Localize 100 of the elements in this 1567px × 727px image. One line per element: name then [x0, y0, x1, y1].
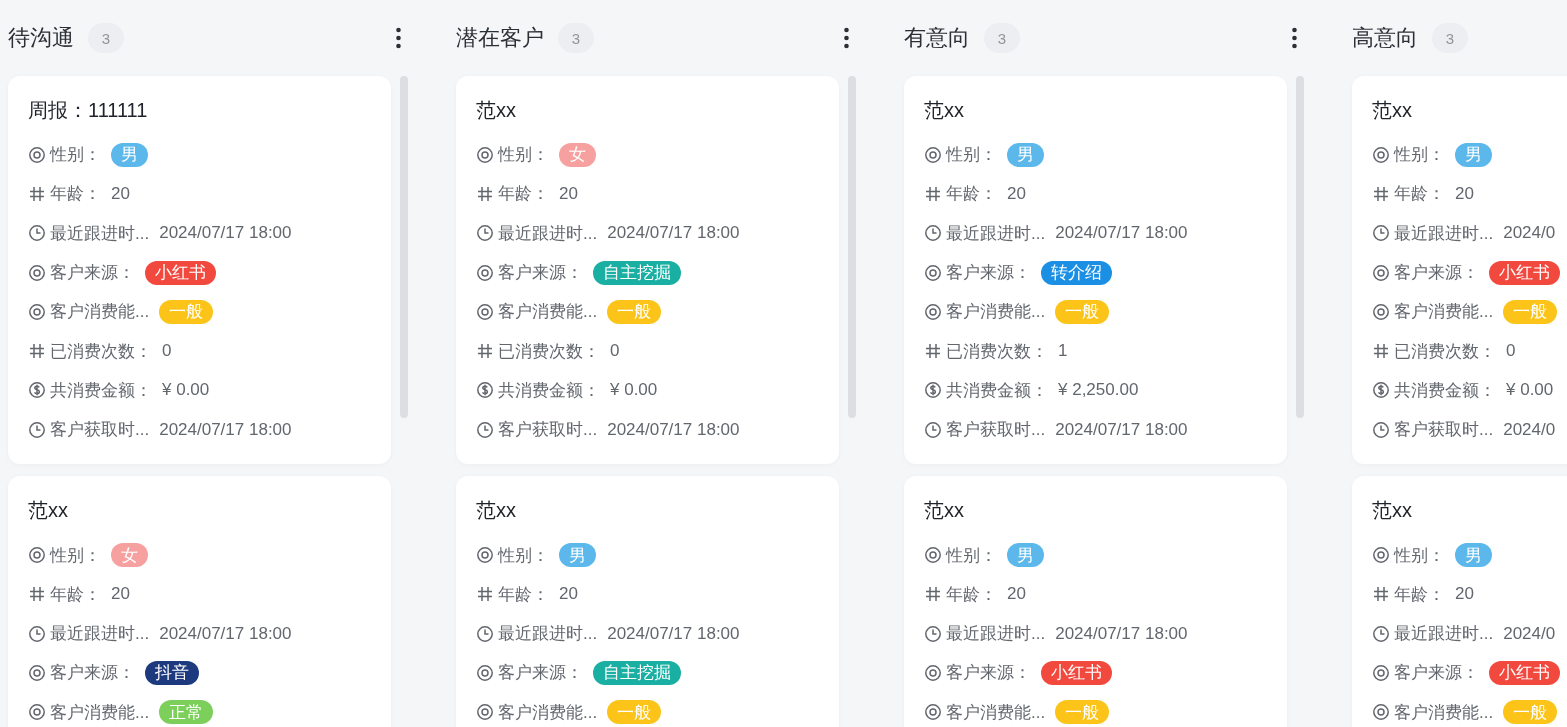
- field-tag: 一般: [1503, 299, 1558, 324]
- field-value: 0: [610, 341, 620, 362]
- field-label: 最近跟进时...: [498, 222, 598, 245]
- field-value: 20: [1007, 183, 1026, 204]
- field-label: 客户来源：: [50, 262, 135, 285]
- field-tag: 男: [1455, 543, 1492, 567]
- more-menu-button[interactable]: [843, 26, 849, 50]
- field-label: 最近跟进时...: [50, 623, 150, 646]
- hash-icon: [28, 184, 46, 203]
- field-label: 年龄：: [498, 183, 549, 206]
- field-value: 2024/07/17 18:00: [1055, 223, 1188, 244]
- target-icon: [476, 703, 494, 722]
- field-label: 客户来源：: [1394, 262, 1479, 285]
- field-label: 性别：: [498, 144, 549, 167]
- customer-card[interactable]: 范xx 性别： 男 年龄： 20 最近跟进时... 2024/07/17 18:00 客户来源： 转介绍 客户消费能... 一般 已消费次数： 1 共消费金额： ¥ 2,250.00 客户获取时... 2024/07/17 18:00: [904, 76, 1287, 465]
- more-menu-button[interactable]: [395, 26, 401, 50]
- field-tag: 小红书: [1489, 660, 1560, 685]
- field-label: 年龄：: [946, 583, 997, 606]
- field-value: 20: [1455, 584, 1474, 605]
- field-label: 性别：: [946, 144, 997, 167]
- count-badge: 3: [984, 23, 1020, 53]
- clock-icon: [1372, 420, 1390, 439]
- clock-icon: [28, 420, 46, 439]
- target-icon: [476, 263, 494, 282]
- clock-icon: [476, 420, 494, 439]
- field-tag: 转介绍: [1041, 260, 1112, 285]
- target-icon: [924, 145, 942, 164]
- field-tag: 女: [111, 543, 148, 567]
- card-title: 范xx: [924, 498, 965, 524]
- card-title: 范xx: [1372, 498, 1413, 524]
- field-label: 共消费金额：: [498, 379, 600, 402]
- target-icon: [476, 546, 494, 564]
- target-icon: [924, 703, 942, 722]
- clock-icon: [924, 224, 942, 243]
- field-label: 客户来源：: [1394, 662, 1479, 685]
- target-icon: [28, 145, 46, 164]
- card-title: 范xx: [28, 498, 69, 524]
- target-icon: [1372, 263, 1390, 282]
- field-label: 客户消费能...: [50, 701, 150, 724]
- customer-card[interactable]: 范xx 性别： 男 年龄： 20 最近跟进时... 2024/0 客户来源： 小红书 客户消费能... 一般 已消费次数： 0 共消费金额： ¥ 0.00 客户获取时... 2024/0: [1352, 76, 1567, 465]
- target-icon: [1372, 546, 1390, 564]
- scrollbar[interactable]: [848, 76, 856, 418]
- field-tag: 男: [1007, 543, 1044, 567]
- hash-icon: [476, 585, 494, 604]
- clock-icon: [28, 224, 46, 243]
- field-label: 客户消费能...: [946, 701, 1046, 724]
- card-title: 范xx: [476, 498, 517, 524]
- field-label: 共消费金额：: [1394, 379, 1496, 402]
- kebab-icon: [1291, 27, 1297, 49]
- more-menu-button[interactable]: [1291, 26, 1297, 50]
- field-label: 最近跟进时...: [1394, 623, 1494, 646]
- field-label: 已消费次数：: [498, 340, 600, 363]
- dollar-icon: [28, 381, 46, 400]
- count-badge: 3: [558, 23, 594, 53]
- count-badge: 3: [1432, 23, 1468, 53]
- field-label: 已消费次数：: [1394, 340, 1496, 363]
- target-icon: [924, 546, 942, 564]
- field-label: 最近跟进时...: [498, 623, 598, 646]
- target-icon: [28, 302, 46, 321]
- column-title: 待沟通: [8, 24, 74, 52]
- field-value: 20: [1007, 584, 1026, 605]
- card-title: 范xx: [476, 98, 517, 123]
- field-value: 1: [1058, 341, 1068, 362]
- field-label: 客户来源：: [946, 662, 1031, 685]
- target-icon: [476, 302, 494, 321]
- field-tag: 男: [111, 142, 148, 167]
- clock-icon: [924, 420, 942, 439]
- target-icon: [924, 263, 942, 282]
- field-label: 客户来源：: [946, 262, 1031, 285]
- target-icon: [1372, 145, 1390, 164]
- customer-card[interactable]: 范xx 性别： 男 年龄： 20 最近跟进时... 2024/07/17 18:00 客户来源： 小红书 客户消费能... 一般: [904, 476, 1287, 727]
- field-label: 客户消费能...: [1394, 701, 1494, 724]
- field-value: ¥ 0.00: [610, 380, 658, 401]
- target-icon: [1372, 302, 1390, 321]
- customer-card[interactable]: 范xx 性别： 男 年龄： 20 最近跟进时... 2024/07/17 18:00 客户来源： 自主挖掘 客户消费能... 一般: [456, 476, 839, 727]
- field-tag: 一般: [607, 299, 662, 324]
- field-label: 客户消费能...: [946, 301, 1046, 324]
- target-icon: [1372, 663, 1390, 682]
- card-title: 范xx: [924, 98, 965, 123]
- column-title: 潜在客户: [456, 24, 544, 52]
- field-label: 年龄：: [498, 583, 549, 606]
- field-label: 年龄：: [50, 583, 101, 606]
- field-label: 年龄：: [946, 183, 997, 206]
- scrollbar[interactable]: [400, 76, 408, 418]
- customer-card[interactable]: 范xx 性别： 男 年龄： 20 最近跟进时... 2024/0 客户来源： 小红书 客户消费能... 一般: [1352, 476, 1567, 727]
- scrollbar[interactable]: [1296, 76, 1304, 418]
- field-label: 最近跟进时...: [1394, 222, 1494, 245]
- hash-icon: [1372, 342, 1390, 361]
- customer-card[interactable]: 范xx 性别： 女 年龄： 20 最近跟进时... 2024/07/17 18:00 客户来源： 抖音 客户消费能... 正常: [8, 476, 391, 727]
- field-value: 2024/0: [1503, 623, 1556, 644]
- hash-icon: [1372, 184, 1390, 203]
- customer-card[interactable]: 周报：111111 性别： 男 年龄： 20 最近跟进时... 2024/07/17 18:00 客户来源： 小红书 客户消费能... 一般 已消费次数： 0 共消费金额： ¥ 0.00 客户获取时... 2024/07/17 18:00: [8, 76, 391, 465]
- field-label: 最近跟进时...: [946, 222, 1046, 245]
- customer-card[interactable]: 范xx 性别： 女 年龄： 20 最近跟进时... 2024/07/17 18:00 客户来源： 自主挖掘 客户消费能... 一般 已消费次数： 0 共消费金额： ¥ 0.00 客户获取时... 2024/07/17 18:00: [456, 76, 839, 465]
- field-value: ¥ 2,250.00: [1058, 380, 1139, 401]
- card-title: 范xx: [1372, 98, 1413, 123]
- field-value: 2024/07/17 18:00: [607, 623, 740, 644]
- dollar-icon: [924, 381, 942, 400]
- field-label: 年龄：: [1394, 583, 1445, 606]
- field-value: 2024/07/17 18:00: [607, 223, 740, 244]
